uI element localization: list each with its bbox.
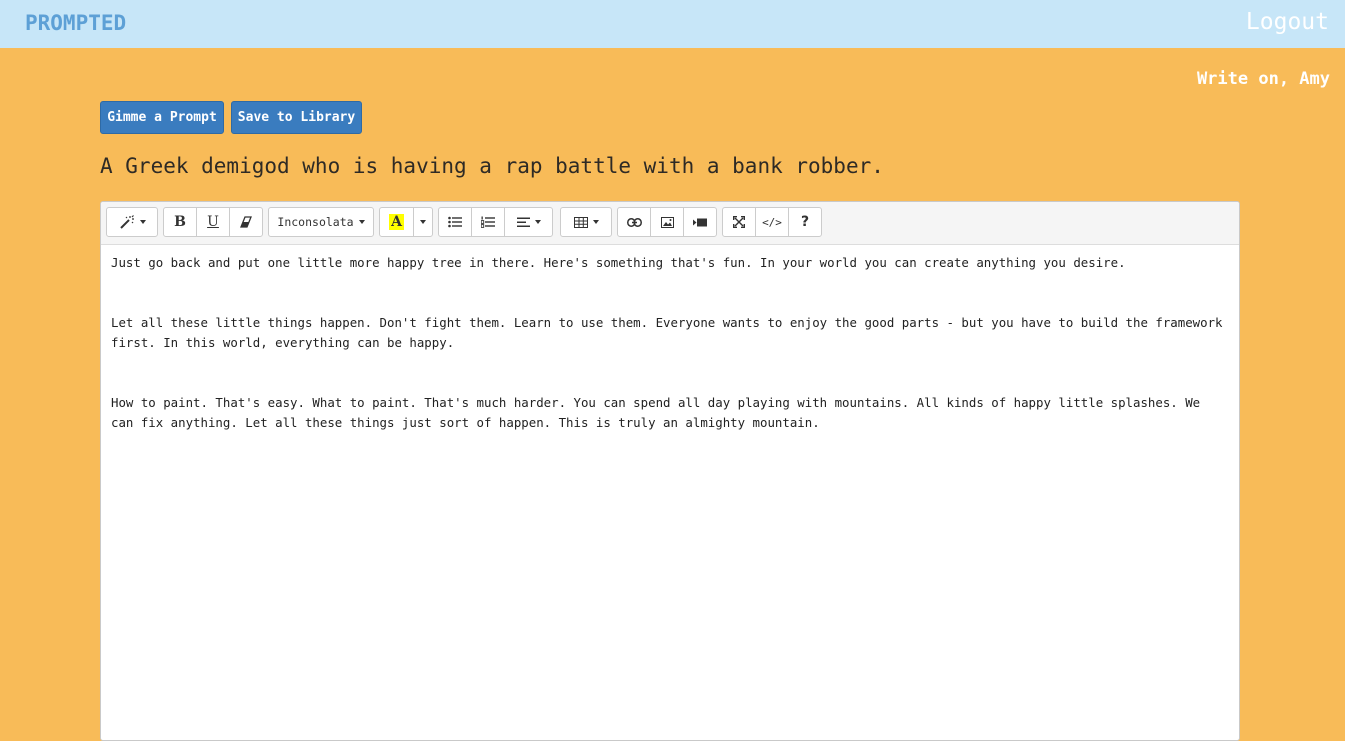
magic-wand-icon xyxy=(119,215,134,229)
help-button[interactable]: ? xyxy=(788,207,822,237)
bullet-list-icon xyxy=(448,216,462,228)
editor-toolbar: B U Inconsolata A </> ? xyxy=(101,202,1239,245)
editor-paragraph: Let all these little things happen. Don'… xyxy=(111,315,1223,350)
insert-image-button[interactable] xyxy=(650,207,684,237)
align-left-icon xyxy=(516,217,530,227)
bold-button[interactable]: B xyxy=(163,207,197,237)
question-icon: ? xyxy=(800,214,810,230)
link-icon xyxy=(626,217,642,227)
user-greeting: Write on, Amy xyxy=(1196,69,1330,89)
numbered-list-icon xyxy=(481,216,495,228)
underline-icon: U xyxy=(207,214,219,230)
font-name-label: Inconsolata xyxy=(277,215,354,229)
top-navbar: PROMPTED Logout xyxy=(0,0,1345,48)
caret-down-icon xyxy=(139,220,146,224)
code-view-button[interactable]: </> xyxy=(755,207,789,237)
logout-link[interactable]: Logout xyxy=(1246,9,1329,35)
color-group: A xyxy=(379,207,433,237)
insert-video-button[interactable] xyxy=(683,207,717,237)
editor-content[interactable]: Just go back and put one little more hap… xyxy=(111,253,1229,473)
bold-icon: B xyxy=(174,214,186,230)
highlight-a-icon: A xyxy=(389,214,404,230)
style-dropdown-button[interactable] xyxy=(106,207,158,237)
view-group: </> ? xyxy=(722,207,822,237)
font-name-group: Inconsolata xyxy=(268,207,374,237)
picture-icon xyxy=(660,216,674,228)
insert-group xyxy=(617,207,717,237)
editor-paragraph: How to paint. That's easy. What to paint… xyxy=(111,395,1201,430)
style-group xyxy=(106,207,158,237)
clear-format-button[interactable] xyxy=(229,207,263,237)
font-style-group: B U xyxy=(163,207,263,237)
table-group xyxy=(560,207,612,237)
color-dropdown-button[interactable] xyxy=(413,207,433,237)
caret-down-icon xyxy=(420,220,426,224)
font-name-dropdown[interactable]: Inconsolata xyxy=(268,207,374,237)
caret-down-icon xyxy=(592,220,599,224)
unordered-list-button[interactable] xyxy=(438,207,472,237)
table-dropdown-button[interactable] xyxy=(560,207,612,237)
gimme-prompt-button[interactable]: Gimme a Prompt xyxy=(100,101,224,134)
rich-text-editor: B U Inconsolata A </> ? Just go back and… xyxy=(100,201,1240,741)
code-icon: </> xyxy=(762,215,782,229)
highlight-color-button[interactable]: A xyxy=(379,207,414,237)
caret-down-icon xyxy=(534,220,541,224)
table-icon xyxy=(573,216,588,228)
caret-down-icon xyxy=(358,220,365,224)
insert-link-button[interactable] xyxy=(617,207,651,237)
paragraph-group xyxy=(438,207,553,237)
video-icon xyxy=(693,218,707,226)
underline-button[interactable]: U xyxy=(196,207,230,237)
align-dropdown-button[interactable] xyxy=(504,207,553,237)
brand-logo[interactable]: PROMPTED xyxy=(25,11,126,35)
fullscreen-icon xyxy=(733,216,745,228)
editor-paragraph: Just go back and put one little more hap… xyxy=(111,255,1126,270)
ordered-list-button[interactable] xyxy=(471,207,505,237)
eraser-icon xyxy=(240,216,252,228)
prompt-heading: A Greek demigod who is having a rap batt… xyxy=(100,154,884,178)
fullscreen-button[interactable] xyxy=(722,207,756,237)
save-to-library-button[interactable]: Save to Library xyxy=(231,101,362,134)
